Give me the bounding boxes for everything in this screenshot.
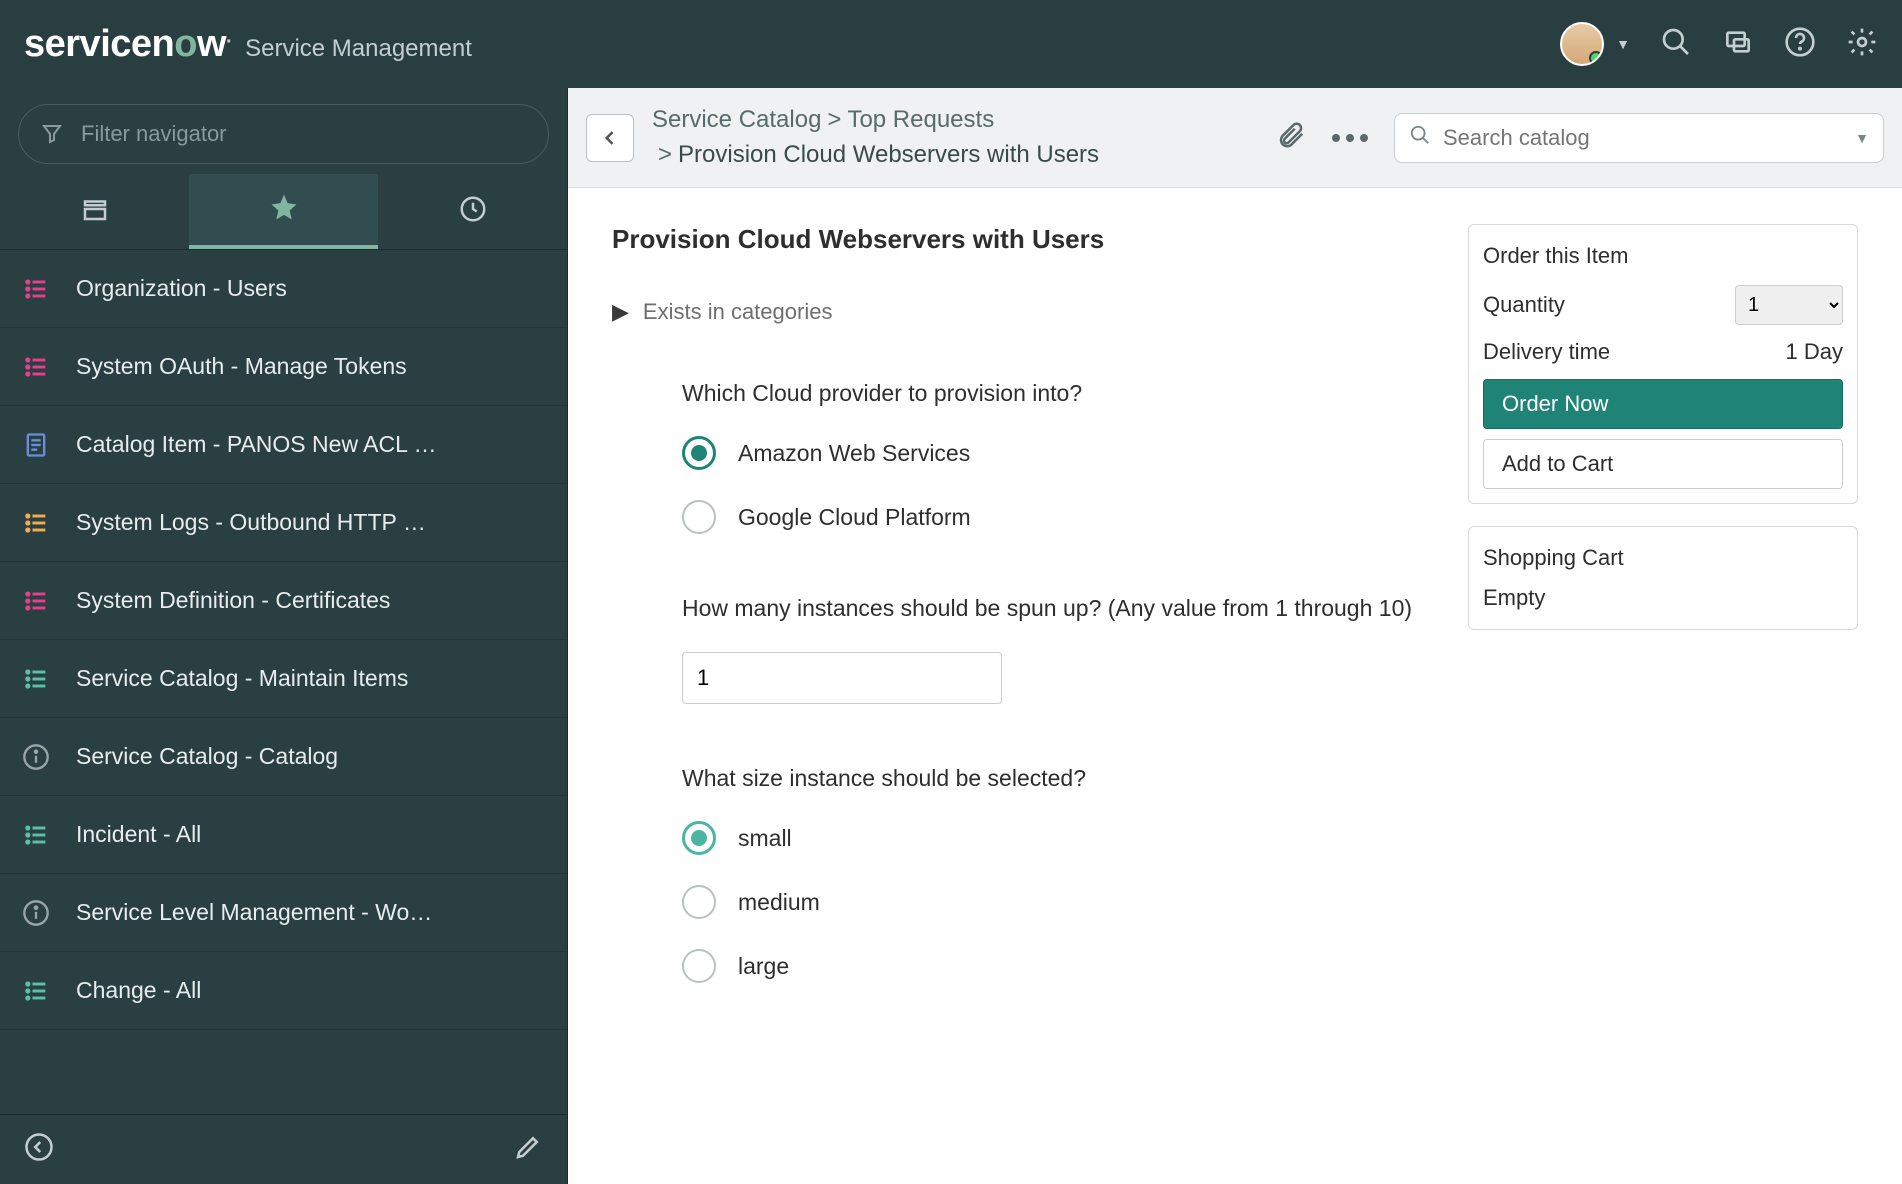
list-icon [20,275,52,303]
instance-count-input[interactable] [682,652,1002,704]
help-icon[interactable] [1784,26,1816,63]
radio-option-small[interactable]: small [682,821,1428,855]
order-card: Order this Item Quantity 1 Delivery time… [1468,224,1858,504]
user-menu-caret-icon[interactable]: ▼ [1616,36,1630,52]
radio-label: large [738,953,789,980]
question-label: What size instance should be selected? [682,762,1428,795]
sidebar-item[interactable]: Service Catalog - Maintain Items [0,640,567,718]
radio-icon [682,436,716,470]
list-icon [20,821,52,849]
search-icon [1409,124,1431,151]
main: Service Catalog>Top Requests >Provision … [568,88,1902,1184]
list-icon [20,665,52,693]
filter-navigator-input[interactable] [18,104,549,164]
radio-label: Amazon Web Services [738,440,970,467]
sidebar-item[interactable]: Catalog Item - PANOS New ACL … [0,406,567,484]
tab-favorites[interactable] [189,174,378,249]
delivery-label: Delivery time [1483,339,1610,365]
sidebar-item[interactable]: Service Level Management - Wo… [0,874,567,952]
add-to-cart-button[interactable]: Add to Cart [1483,439,1843,489]
sidebar-item-label: Catalog Item - PANOS New ACL … [76,431,436,458]
radio-icon [682,500,716,534]
sidebar-item[interactable]: System Definition - Certificates [0,562,567,640]
breadcrumb-bar: Service Catalog>Top Requests >Provision … [568,88,1902,188]
logo-wordmark: servicenow. [24,23,231,66]
crumb-link[interactable]: Service Catalog [652,106,821,133]
list-icon [20,587,52,615]
back-button[interactable] [586,114,634,162]
logo-subtitle: Service Management [245,35,472,63]
order-now-button[interactable]: Order Now [1483,379,1843,429]
logo: servicenow. Service Management [24,23,472,66]
sidebar-item[interactable]: System OAuth - Manage Tokens [0,328,567,406]
sidebar-item-label: System OAuth - Manage Tokens [76,353,407,380]
radio-icon [682,885,716,919]
sidebar-footer [0,1114,567,1184]
sidebar-item-label: Service Catalog - Catalog [76,743,338,770]
tab-history[interactable] [378,174,567,249]
sidebar-item-label: Incident - All [76,821,201,848]
search-icon[interactable] [1660,26,1692,63]
cart-card: Shopping Cart Empty [1468,526,1858,630]
search-catalog[interactable]: ▼ [1394,113,1884,163]
categories-toggle[interactable]: ▶ Exists in categories [612,299,1428,325]
sidebar-item-label: System Definition - Certificates [76,587,390,614]
sidebar-item[interactable]: Change - All [0,952,567,1030]
top-bar: servicenow. Service Management ▼ [0,0,1902,88]
doc-icon [20,431,52,459]
crumb-current: Provision Cloud Webservers with Users [678,141,1099,168]
chevron-down-icon[interactable]: ▼ [1855,130,1869,146]
gear-icon[interactable] [1846,26,1878,63]
sidebar-item-label: Change - All [76,977,201,1004]
list-icon [20,353,52,381]
sidebar-item-label: Service Catalog - Maintain Items [76,665,408,692]
radio-icon [682,821,716,855]
sidebar-item-label: Service Level Management - Wo… [76,899,432,926]
quantity-label: Quantity [1483,292,1565,318]
question-label: Which Cloud provider to provision into? [682,377,1428,410]
order-title: Order this Item [1483,243,1843,269]
radio-label: small [738,825,792,852]
radio-option-gcp[interactable]: Google Cloud Platform [682,500,1428,534]
info-icon [20,899,52,927]
sidebar-item[interactable]: Organization - Users [0,250,567,328]
more-actions-icon[interactable] [1332,134,1368,142]
radio-icon [682,949,716,983]
radio-option-aws[interactable]: Amazon Web Services [682,436,1428,470]
page-title: Provision Cloud Webservers with Users [612,224,1428,255]
list-icon [20,977,52,1005]
chat-icon[interactable] [1722,26,1754,63]
radio-label: medium [738,889,820,916]
sidebar-item[interactable]: System Logs - Outbound HTTP … [0,484,567,562]
cart-title: Shopping Cart [1483,545,1843,571]
breadcrumb: Service Catalog>Top Requests >Provision … [652,103,1099,173]
sidebar-tabs [0,174,567,250]
list-icon [20,509,52,537]
triangle-right-icon: ▶ [612,299,629,325]
sidebar-item-label: System Logs - Outbound HTTP … [76,509,426,536]
radio-label: Google Cloud Platform [738,504,971,531]
sidebar-item[interactable]: Service Catalog - Catalog [0,718,567,796]
question-label: How many instances should be spun up? (A… [682,592,1428,625]
attachment-icon[interactable] [1276,120,1306,155]
sidebar: Organization - Users System OAuth - Manag… [0,88,568,1184]
edit-icon[interactable] [513,1132,543,1167]
tab-all-apps[interactable] [0,174,189,249]
radio-option-medium[interactable]: medium [682,885,1428,919]
avatar[interactable] [1560,22,1604,66]
crumb-link[interactable]: Top Requests [847,106,994,133]
nav-list: Organization - Users System OAuth - Manag… [0,250,567,1114]
filter-icon [40,122,64,151]
delivery-value: 1 Day [1786,339,1843,365]
sidebar-item[interactable]: Incident - All [0,796,567,874]
search-catalog-input[interactable] [1443,125,1843,151]
quantity-select[interactable]: 1 [1735,285,1843,325]
sidebar-item-label: Organization - Users [76,275,287,302]
info-icon [20,743,52,771]
cart-empty: Empty [1483,585,1843,611]
radio-option-large[interactable]: large [682,949,1428,983]
collapse-icon[interactable] [24,1132,54,1167]
categories-label: Exists in categories [643,299,833,325]
